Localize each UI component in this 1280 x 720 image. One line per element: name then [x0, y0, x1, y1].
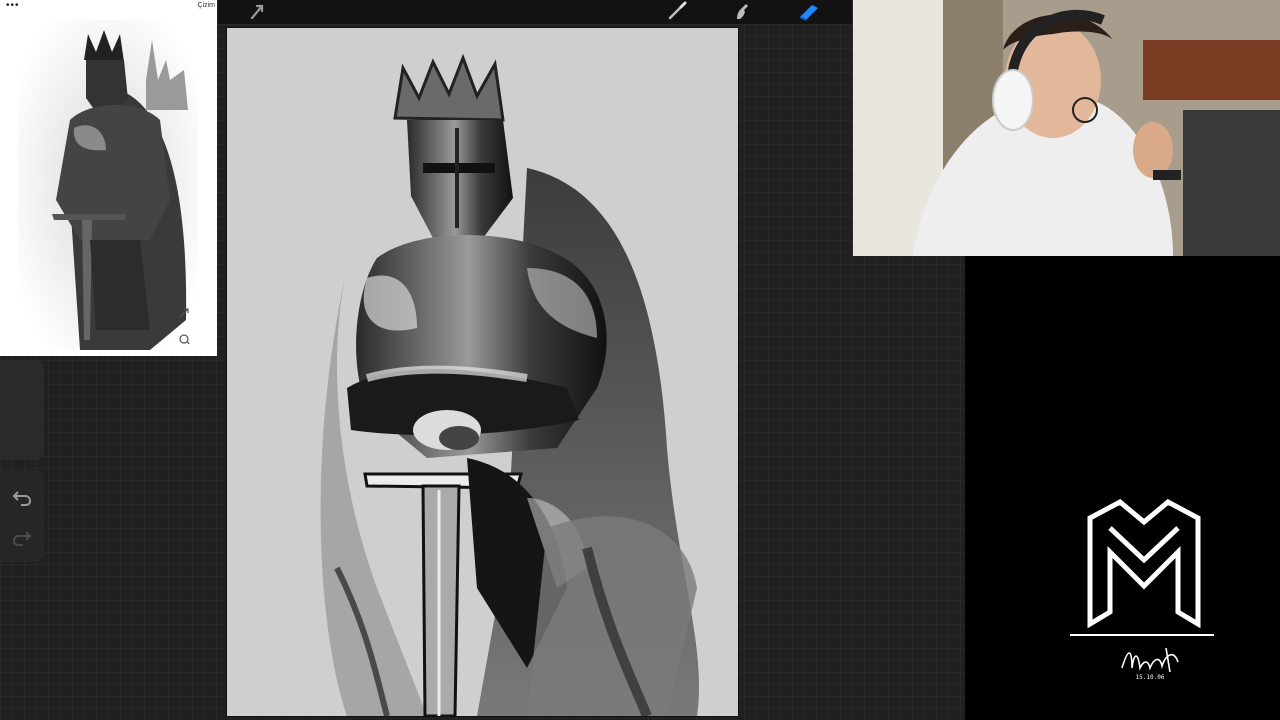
- knight-sketch-art: [320, 53, 700, 716]
- sidebar-tools: [0, 470, 44, 562]
- top-toolbar: [218, 0, 852, 24]
- eraser-icon[interactable]: [796, 0, 820, 22]
- reference-menu-button[interactable]: •••: [6, 0, 20, 12]
- rotate-icon[interactable]: [178, 332, 190, 345]
- logo-divider: [1070, 634, 1214, 636]
- brush-size-slider[interactable]: [0, 360, 44, 460]
- redo-icon[interactable]: [10, 526, 34, 550]
- drawing-canvas[interactable]: [227, 28, 738, 716]
- reference-title: Çizim: [197, 2, 216, 9]
- smudge-icon[interactable]: [730, 0, 754, 22]
- mm-logo: [1080, 498, 1208, 638]
- transform-arrow-icon[interactable]: [246, 0, 270, 22]
- webcam-feed: [853, 0, 1280, 256]
- reference-knight-image: [18, 20, 198, 350]
- signature-date: 15.10.06: [1135, 674, 1165, 681]
- expand-icon[interactable]: [178, 306, 190, 318]
- reference-image-panel[interactable]: ••• Çizim: [0, 0, 217, 356]
- undo-icon[interactable]: [10, 486, 34, 510]
- brush-icon[interactable]: [666, 0, 690, 22]
